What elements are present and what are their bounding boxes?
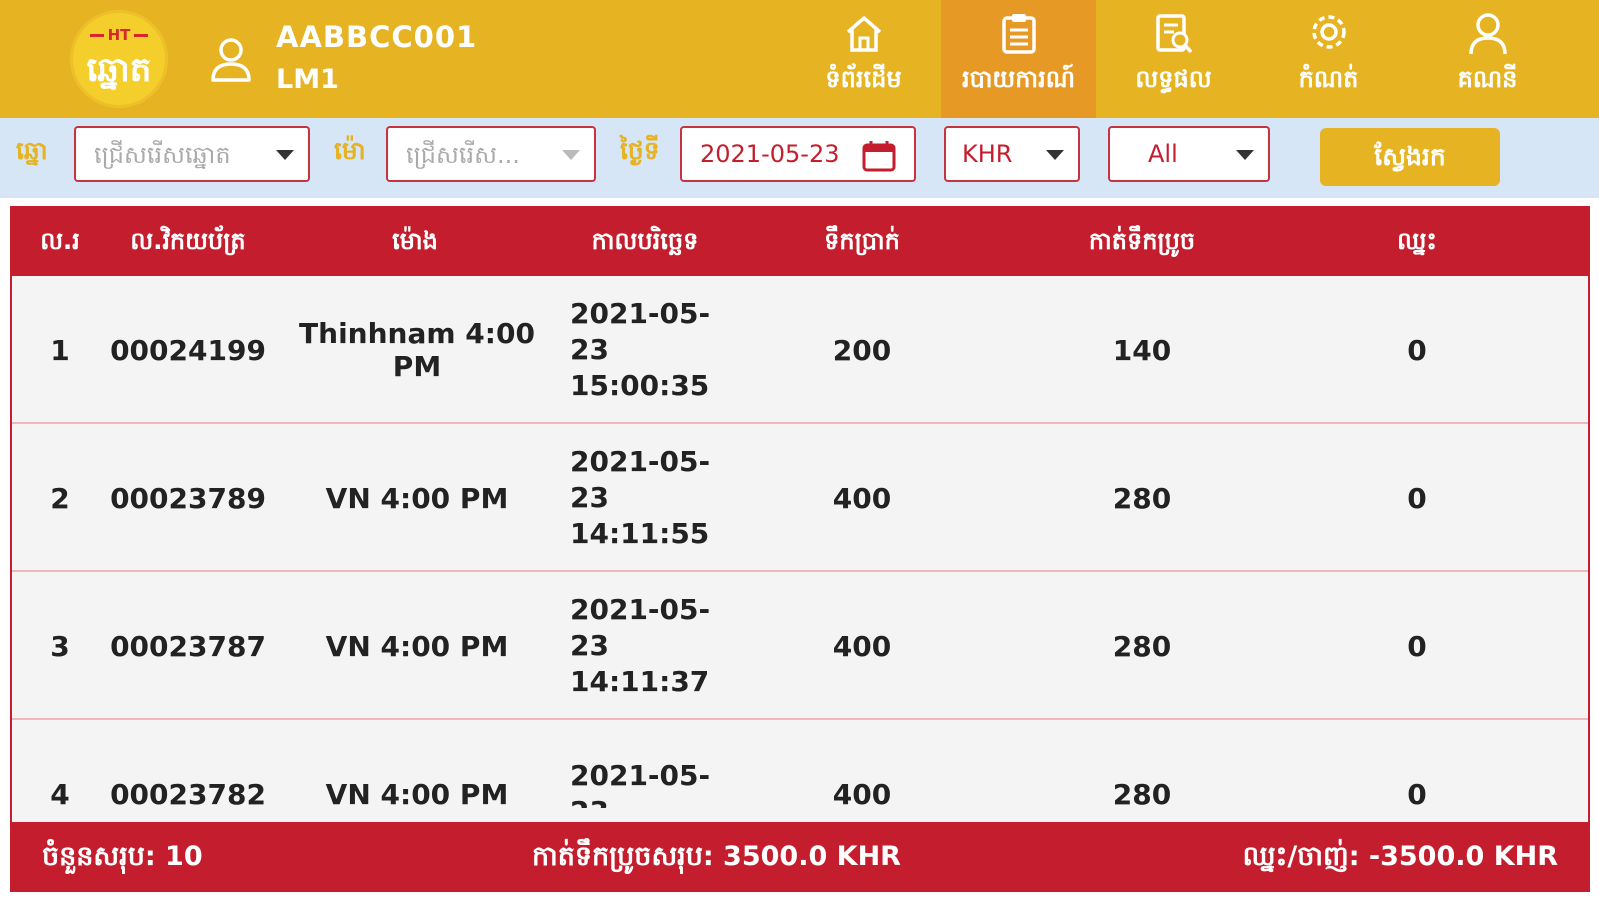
cell-invoice: 00023789 bbox=[110, 481, 266, 515]
cell-win: 0 bbox=[1407, 777, 1427, 809]
cell-cut: 280 bbox=[1112, 481, 1172, 515]
cell-invoice: 00023782 bbox=[110, 777, 266, 809]
user-account-id: AABBCC001 bbox=[276, 20, 478, 54]
total-count: ចំនួនសរុប: 10 bbox=[42, 841, 203, 872]
cell-win: 0 bbox=[1407, 481, 1427, 515]
gear-icon bbox=[1312, 15, 1346, 49]
lottery-select[interactable]: ជ្រើសរើសឆ្នោត bbox=[74, 126, 310, 182]
currency-select[interactable]: KHR bbox=[944, 126, 1080, 182]
cell-amount: 400 bbox=[832, 481, 892, 515]
filter-bar: ឆ្នោ ជ្រើសរើសឆ្នោត ម៉ោ ជ្រើសរើស... ថ្ងៃទ… bbox=[0, 118, 1599, 198]
status-select[interactable]: All bbox=[1108, 126, 1270, 182]
col-header-date: កាលបរិច្ឆេទ bbox=[591, 227, 699, 255]
cell-no: 4 bbox=[50, 777, 70, 809]
cell-no: 3 bbox=[50, 629, 70, 663]
chevron-down-icon bbox=[1236, 150, 1254, 160]
logo-ht-text: HT bbox=[70, 26, 168, 44]
cut-total: កាត់ទឹកប្រូចសរុប: 3500.0 KHR bbox=[532, 841, 901, 872]
time-select[interactable]: ជ្រើសរើស... bbox=[386, 126, 596, 182]
cell-win: 0 bbox=[1407, 629, 1427, 663]
nav-settings-label: កំណត់ bbox=[1298, 65, 1359, 93]
top-header: HT ឆ្នោត AABBCC001 LM1 ទំព័រដើម របាយការណ… bbox=[0, 0, 1599, 118]
date-filter-label: ថ្ងៃទី bbox=[620, 136, 660, 165]
cell-date: 2021-05- 23 14:11:55 bbox=[570, 424, 740, 572]
chevron-down-icon bbox=[562, 150, 580, 160]
cell-time: VN 4:00 PM bbox=[325, 481, 509, 515]
time-select-placeholder: ជ្រើសរើស... bbox=[406, 141, 520, 169]
cell-date-text: 2021-05- 23 14:11:55 bbox=[570, 445, 711, 550]
user-avatar-icon bbox=[211, 38, 251, 82]
col-header-time: ម៉ោង bbox=[392, 227, 438, 255]
col-header-invoice: ល.វិកយប័ត្រ bbox=[130, 227, 246, 255]
cell-no: 1 bbox=[50, 333, 70, 367]
cell-amount: 400 bbox=[832, 777, 892, 809]
cell-date: 2021-05- 23 14:11:37 bbox=[570, 572, 740, 720]
table-footer: ចំនួនសរុប: 10 កាត់ទឹកប្រូចសរុប: 3500.0 K… bbox=[12, 822, 1588, 890]
table-body: 1 00024199 Thinhnam 4:00 PM 2021-05- 23 15… bbox=[12, 276, 1588, 808]
search-document-icon bbox=[1156, 14, 1193, 54]
search-button[interactable]: ស្វែងរក bbox=[1320, 128, 1500, 186]
table-row[interactable]: 2 00023789 VN 4:00 PM 2021-05- 23 14:11:55… bbox=[12, 424, 1588, 572]
calendar-icon[interactable] bbox=[862, 140, 896, 172]
status-value: All bbox=[1148, 140, 1178, 168]
cell-date-text: 2021-05- 23 15:00:35 bbox=[570, 297, 711, 402]
currency-value: KHR bbox=[962, 140, 1013, 168]
win-loss-total: ឈ្នះ/ចាញ់: -3500.0 KHR bbox=[1242, 841, 1558, 872]
nav-report[interactable]: របាយការណ៍ bbox=[941, 0, 1096, 118]
cell-invoice: 00024199 bbox=[110, 333, 266, 367]
cell-cut: 280 bbox=[1112, 629, 1172, 663]
cell-no: 2 bbox=[50, 481, 70, 515]
app-logo[interactable]: HT ឆ្នោត bbox=[70, 10, 168, 108]
cell-date-text: 2021-05- 23 14:11:37 bbox=[570, 593, 711, 698]
time-filter-label: ម៉ោ bbox=[334, 136, 366, 165]
lottery-select-placeholder: ជ្រើសរើសឆ្នោត bbox=[94, 141, 231, 169]
logo-khmer-text: ឆ្នោត bbox=[86, 50, 152, 90]
cell-date: 2021-05- 23 15:00:35 bbox=[570, 276, 740, 424]
nav-report-label: របាយការណ៍ bbox=[961, 65, 1076, 93]
clipboard-icon bbox=[1002, 14, 1036, 54]
table-header: ល.រ ល.វិកយប័ត្រ ម៉ោង កាលបរិច្ឆេទ ទឹកប្រា… bbox=[12, 208, 1588, 276]
nav-settings[interactable]: កំណត់ bbox=[1251, 0, 1406, 118]
cell-time: VN 4:00 PM bbox=[325, 629, 509, 663]
nav-results-label: លទ្ធផល bbox=[1135, 65, 1212, 93]
cell-time: Thinhnam 4:00 PM bbox=[299, 317, 535, 383]
cell-amount: 200 bbox=[832, 333, 892, 367]
cell-date: 2021-05-23 bbox=[570, 720, 740, 808]
cell-time: VN 4:00 PM bbox=[325, 777, 509, 809]
col-header-win: ឈ្នះ bbox=[1397, 227, 1437, 255]
chevron-down-icon bbox=[276, 150, 294, 160]
nav-results[interactable]: លទ្ធផល bbox=[1096, 0, 1251, 118]
cell-invoice: 00023787 bbox=[110, 629, 266, 663]
chevron-down-icon bbox=[1046, 150, 1064, 160]
table-row[interactable]: 1 00024199 Thinhnam 4:00 PM 2021-05- 23 15… bbox=[12, 276, 1588, 424]
date-value: 2021-05-23 bbox=[700, 140, 840, 168]
lottery-filter-label: ឆ្នោ bbox=[16, 136, 48, 165]
cell-win: 0 bbox=[1407, 333, 1427, 367]
date-input[interactable]: 2021-05-23 bbox=[680, 126, 916, 182]
home-icon bbox=[846, 16, 882, 52]
cell-cut: 280 bbox=[1112, 777, 1172, 809]
cell-amount: 400 bbox=[832, 629, 892, 663]
nav-account-label: គណនី bbox=[1457, 65, 1518, 93]
col-header-amount: ទឹកប្រាក់ bbox=[824, 227, 900, 255]
nav-home-label: ទំព័រដើម bbox=[825, 65, 902, 93]
cell-cut: 140 bbox=[1112, 333, 1172, 367]
nav-home[interactable]: ទំព័រដើម bbox=[786, 0, 941, 118]
report-table: ល.រ ល.វិកយប័ត្រ ម៉ោង កាលបរិច្ឆេទ ទឹកប្រា… bbox=[10, 206, 1590, 892]
user-level: LM1 bbox=[276, 64, 339, 95]
nav-account[interactable]: គណនី bbox=[1410, 0, 1565, 118]
col-header-cut: កាត់ទឹកប្រូច bbox=[1088, 227, 1196, 255]
user-icon bbox=[1469, 13, 1507, 55]
col-header-no: ល.រ bbox=[40, 227, 80, 255]
table-row[interactable]: 4 00023782 VN 4:00 PM 2021-05-23 400 280… bbox=[12, 720, 1588, 808]
table-row[interactable]: 3 00023787 VN 4:00 PM 2021-05- 23 14:11:37… bbox=[12, 572, 1588, 720]
cell-date-text: 2021-05-23 bbox=[570, 759, 711, 808]
